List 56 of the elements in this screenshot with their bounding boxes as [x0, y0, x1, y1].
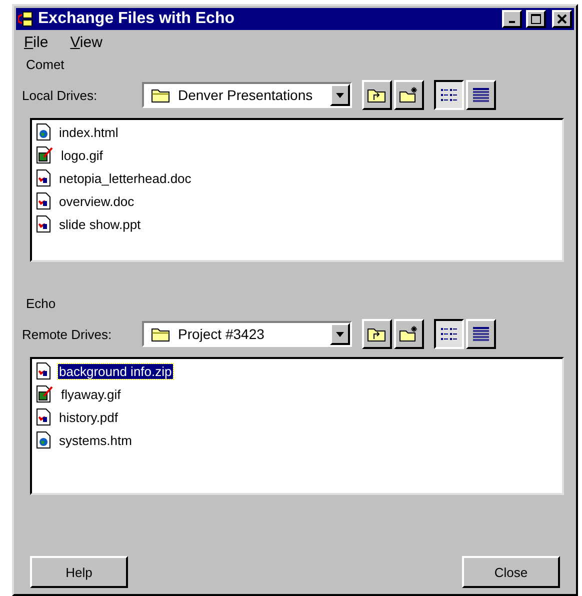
file-name[interactable]: history.pdf — [58, 410, 120, 424]
new-folder-icon — [399, 87, 419, 103]
web-document-icon — [36, 122, 52, 142]
host-name-label: Comet — [26, 57, 64, 72]
maximize-icon — [531, 14, 541, 24]
file-name[interactable]: background info.zip — [58, 364, 173, 378]
details-view-icon — [472, 87, 490, 103]
close-icon — [557, 14, 567, 24]
drives-label: Remote Drives: — [21, 326, 113, 342]
document-icon — [36, 408, 52, 426]
web-document-icon — [36, 430, 52, 450]
drive-dropdown[interactable]: Denver Presentations — [142, 82, 352, 108]
image-file-icon — [36, 384, 54, 404]
file-name[interactable]: overview.doc — [58, 194, 136, 208]
list-view-icon — [440, 87, 458, 103]
dropdown-arrow-button[interactable] — [330, 84, 350, 106]
file-name[interactable]: systems.htm — [58, 432, 133, 448]
document-icon — [36, 214, 52, 234]
dialog-button[interactable]: Close — [462, 556, 560, 588]
list-view-icon — [440, 326, 458, 342]
file-name[interactable]: logo.gif — [60, 148, 104, 162]
menu-item[interactable]: View — [70, 34, 102, 51]
drive-dropdown[interactable]: Project #3423 — [142, 321, 352, 347]
app-icon — [18, 11, 34, 27]
document-icon — [36, 192, 52, 210]
document-icon — [36, 168, 52, 188]
folder-up-icon — [367, 326, 387, 342]
caret-icon — [336, 332, 344, 336]
close-button[interactable] — [552, 10, 572, 28]
details-view-icon — [472, 326, 490, 342]
maximize-button[interactable] — [526, 10, 546, 28]
dropdown-arrow-button[interactable] — [330, 323, 350, 345]
image-file-icon — [36, 146, 54, 164]
minimize-icon — [509, 21, 515, 23]
dialog-button[interactable]: Help — [30, 556, 128, 588]
menu-item[interactable]: File — [24, 34, 48, 51]
file-name[interactable]: index.html — [58, 124, 120, 140]
minimize-button[interactable] — [502, 10, 522, 28]
file-name[interactable]: flyaway.gif — [60, 386, 122, 402]
view-mode-button[interactable] — [434, 80, 464, 110]
parent-folder-button[interactable] — [362, 80, 392, 110]
new-folder-icon — [399, 326, 419, 342]
folder-up-icon — [367, 87, 387, 103]
file-name[interactable]: netopia_letterhead.doc — [58, 170, 192, 186]
file-name[interactable]: slide show.ppt — [58, 216, 142, 232]
new-folder-button[interactable] — [394, 80, 424, 110]
host-name-label: Echo — [26, 296, 56, 311]
window-title: Exchange Files with Echo — [38, 10, 236, 28]
new-folder-button[interactable] — [394, 319, 424, 349]
folder-icon — [151, 87, 171, 103]
parent-folder-button[interactable] — [362, 319, 392, 349]
drives-label: Local Drives: — [21, 88, 98, 102]
folder-icon — [151, 326, 171, 342]
caret-icon — [336, 92, 344, 98]
view-mode-button[interactable] — [434, 319, 464, 349]
document-icon — [36, 362, 52, 380]
